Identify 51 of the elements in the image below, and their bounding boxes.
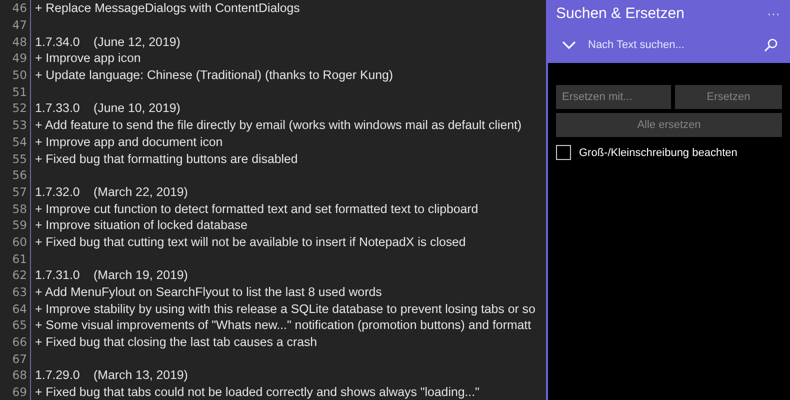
line-number: 47: [0, 16, 31, 34]
line-number: 50: [0, 66, 31, 84]
line-number: 46: [0, 0, 31, 17]
panel-title: Suchen & Ersetzen: [556, 5, 684, 22]
line-number: 57: [0, 184, 31, 200]
code-line: 1.7.34.0 (June 12, 2019): [34, 34, 180, 49]
code-line: + Replace MessageDialogs with ContentDialogs: [34, 1, 300, 16]
line-number: 60: [0, 234, 31, 250]
line-number: 69: [0, 384, 31, 400]
line-number: 56: [0, 166, 31, 184]
code-line: + Improve situation of locked database: [34, 218, 248, 232]
line-number: 62: [0, 267, 31, 284]
code-line: + Fixed bug that cutting text will not be available to insert if NotepadX is closed: [34, 234, 466, 249]
line-number: 52: [0, 100, 31, 117]
code-line: + Fixed bug that closing the last tab causes a crash: [34, 335, 318, 350]
replace-field[interactable]: Ersetzen mit...: [556, 85, 671, 109]
line-number: 53: [0, 116, 31, 134]
checkbox-label[interactable]: Groß-/Kleinschreibung beachten: [579, 146, 738, 158]
line-number: 64: [0, 300, 31, 318]
code-line: + Add feature to send the file directly by email (works with windows mail as default client): [34, 118, 522, 132]
chevron-down-icon[interactable]: [562, 40, 576, 50]
code-line: + Improve stability by using with this release a SQLite database to prevent losing tabs or so: [34, 302, 536, 316]
line-number: 67: [0, 350, 31, 368]
search-field[interactable]: Nach Text suchen...: [586, 38, 754, 52]
line-number: 65: [0, 317, 31, 334]
code-line: + Fixed bug that tabs could not be loaded correctly and shows always "loading...": [34, 385, 480, 400]
line-number: 66: [0, 334, 31, 350]
search-icon[interactable]: [764, 38, 778, 52]
code-line: 1.7.33.0 (June 10, 2019): [34, 101, 180, 116]
code-line: + Fixed bug that formatting buttons are disabled: [34, 152, 298, 166]
code-line: 1.7.31.0 (March 19, 2019): [34, 268, 188, 282]
line-number: 59: [0, 216, 31, 234]
code-line: + Improve app and document icon: [34, 134, 223, 149]
code-line: 1.7.29.0 (March 13, 2019): [34, 368, 188, 382]
line-number: 48: [0, 33, 31, 50]
more-button[interactable]: ···: [765, 6, 782, 21]
line-number: 49: [0, 50, 31, 67]
code-line: + Add MenuFylout on SearchFlyout to list the last 8 used words: [34, 285, 382, 300]
line-number: 54: [0, 134, 31, 150]
code-line: + Some visual improvements of "Whats new..." notification (promotion buttons) and formatt: [34, 318, 532, 332]
line-number: 68: [0, 367, 31, 384]
line-number: 61: [0, 250, 31, 267]
line-number: 55: [0, 150, 31, 167]
line-number: 51: [0, 83, 31, 100]
checkbox[interactable]: [556, 145, 571, 160]
line-number: 58: [0, 200, 31, 217]
code-line: + Improve app icon: [34, 51, 141, 66]
line-number: 63: [0, 284, 31, 300]
code-line: 1.7.32.0 (March 22, 2019): [34, 184, 188, 199]
code-line: + Improve cut function to detect formatted text and set formatted text to clipboard: [34, 202, 478, 216]
code-line: + Update language: Chinese (Traditional) (thanks to Roger Kung): [34, 68, 394, 82]
